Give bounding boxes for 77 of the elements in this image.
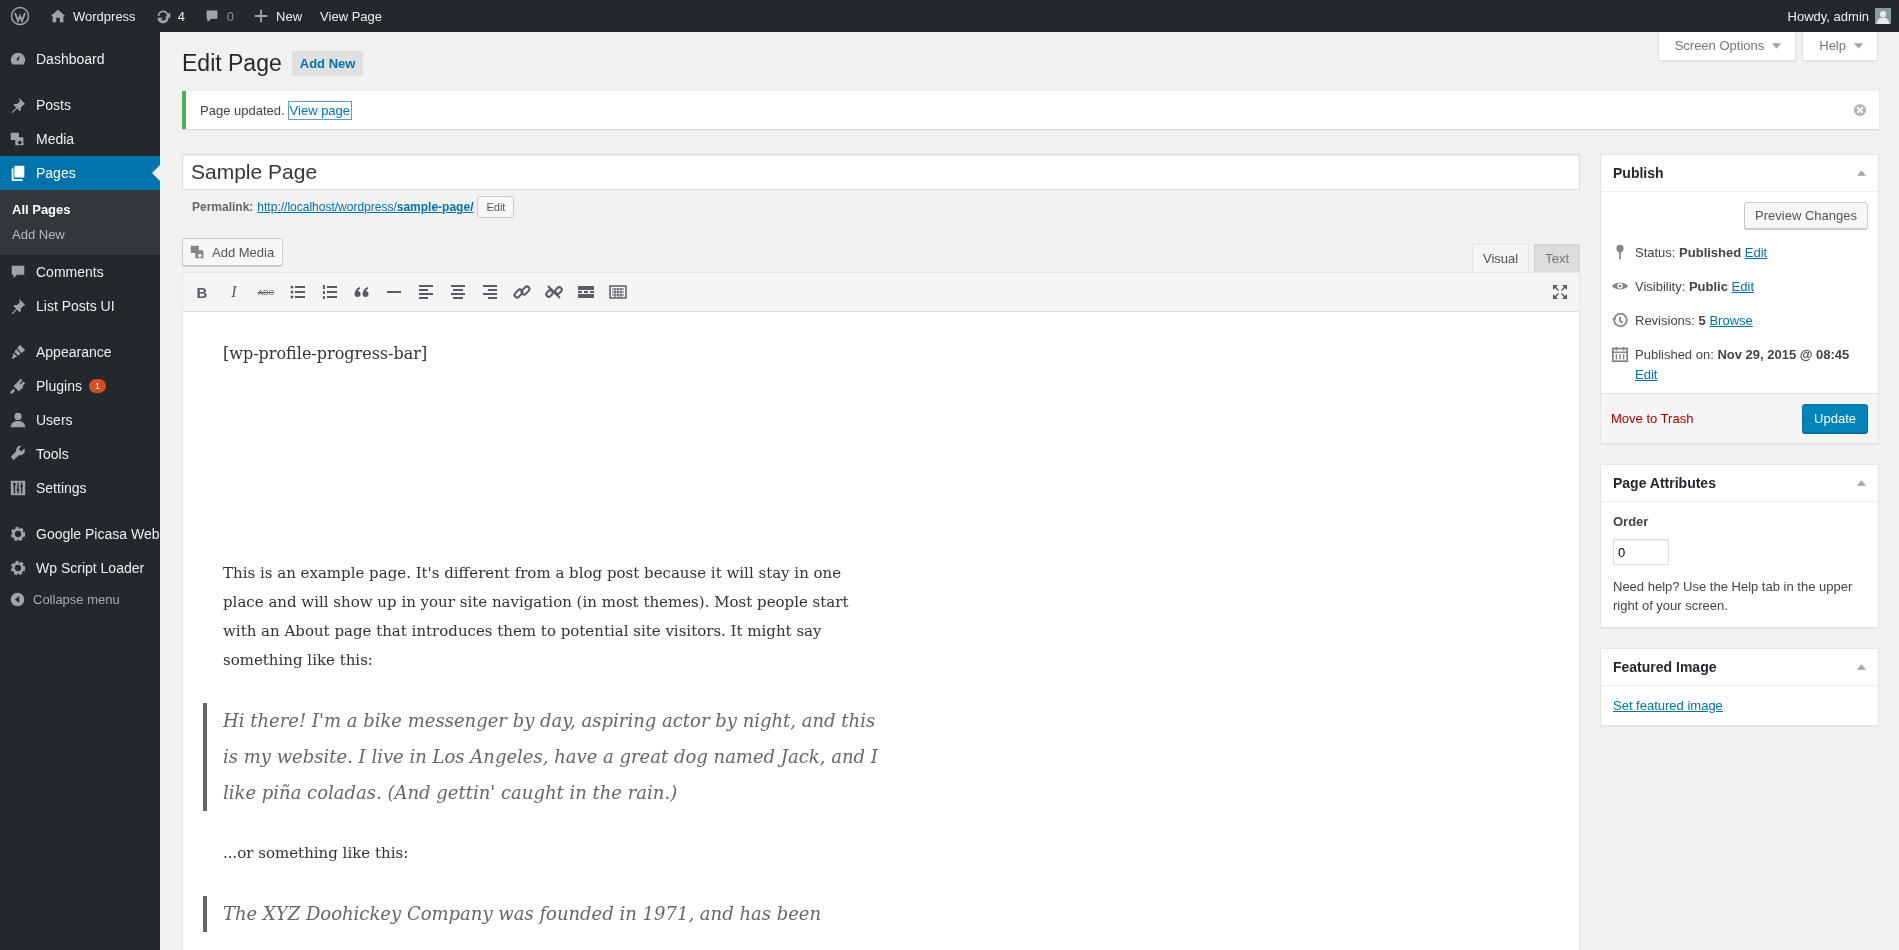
edit-link[interactable]: Edit — [1731, 279, 1754, 294]
update-count-badge: 1 — [88, 379, 106, 393]
wrench-icon — [9, 445, 27, 463]
gear-icon — [9, 559, 27, 577]
menu-item[interactable]: Appearance — [0, 335, 160, 369]
edit-permalink-button[interactable]: Edit — [477, 196, 515, 218]
collapse-menu-button[interactable]: Collapse menu — [0, 591, 160, 608]
notice-text: Page updated. — [200, 102, 285, 118]
box-title: Publish — [1613, 165, 1664, 181]
caret-icon — [1854, 42, 1863, 49]
edit-link[interactable]: Browse — [1709, 313, 1753, 328]
view-page-link[interactable]: View Page — [311, 0, 392, 32]
block-quote: The XYZ Doohickey Company was founded in 1971, and has been — [203, 896, 883, 932]
gear-icon — [9, 525, 27, 543]
help-text: Need help? Use the Help tab in the upper right of your screen. — [1613, 578, 1854, 615]
revisions-text: Revisions: 5 Browse — [1635, 312, 1753, 330]
body-paragraph: ...or something like this: — [223, 843, 410, 864]
status-text: Status: Published Edit — [1635, 244, 1768, 262]
menu-item[interactable]: Users — [0, 403, 160, 437]
history-icon — [1611, 311, 1629, 329]
italic-button[interactable]: I — [221, 279, 247, 305]
calendar-icon — [1611, 345, 1629, 363]
block-quote: Hi there! I'm a bike messenger by day, aspiring actor by night, and this is my website. I live in Los Angeles, have a great dog named Jack, and I like piña coladas. (And gettin' caught in the rain.) — [203, 703, 883, 811]
new-content-link[interactable]: New — [243, 0, 312, 32]
home-icon — [49, 7, 67, 25]
edit-link[interactable]: Edit — [1635, 367, 1658, 382]
visibility-text: Visibility: Public Edit — [1635, 278, 1754, 296]
editor-tab[interactable]: Visual — [1471, 244, 1530, 272]
menu-item[interactable]: List Posts UI — [0, 289, 160, 323]
menu-item[interactable]: Tools — [0, 437, 160, 471]
updates-link[interactable]: 4 — [144, 0, 194, 32]
menu-item[interactable]: Plugins 1 — [0, 369, 160, 403]
update-button[interactable]: Update — [1802, 404, 1868, 433]
move-to-trash-link[interactable]: Move to Trash — [1611, 411, 1694, 426]
submenu-item[interactable]: All Pages — [0, 197, 160, 222]
plug-icon — [9, 377, 27, 395]
user-icon — [9, 411, 27, 429]
shortcode-text: [wp-profile-progress-bar] — [223, 344, 429, 363]
permalink-link[interactable]: http://localhost/wordpress/sample-page/ — [257, 200, 474, 214]
permalink-label: Permalink: — [192, 200, 254, 214]
page-heading: Edit Page — [182, 50, 282, 77]
preview-changes-button[interactable]: Preview Changes — [1744, 202, 1868, 229]
menu-item[interactable]: Google Picasa Web — [0, 517, 160, 551]
submenu-item[interactable]: Add New — [0, 222, 160, 247]
screen-options-button[interactable]: Screen Options — [1657, 32, 1797, 61]
title-field[interactable]: Sample Page — [182, 154, 1580, 190]
menu-item[interactable]: Wp Script Loader — [0, 551, 160, 585]
sliders-icon — [9, 479, 27, 497]
account-greeting[interactable]: Howdy, admin — [1787, 8, 1869, 24]
order-label: Order — [1613, 514, 1650, 529]
menu-item[interactable]: Media — [0, 122, 160, 156]
add-new-button[interactable]: Add New — [291, 51, 364, 76]
menu-item[interactable]: Posts — [0, 88, 160, 122]
menu-item[interactable]: Pages — [0, 156, 160, 190]
published-date-text: Published on: Nov 29, 2015 @ 08:45 Edit — [1635, 346, 1851, 384]
add-media-button[interactable]: Add Media — [182, 238, 284, 266]
site-name-link[interactable]: Wordpress — [40, 0, 145, 32]
caret-icon — [1772, 42, 1782, 49]
pushpin-icon — [9, 96, 27, 114]
bold-button[interactable]: B — [189, 279, 215, 305]
box-title: Page Attributes — [1613, 475, 1716, 491]
view-page-link[interactable]: View page — [288, 101, 352, 119]
help-button[interactable]: Help — [1802, 32, 1878, 61]
pages-icon — [9, 164, 27, 182]
wordpress-logo-icon[interactable] — [10, 6, 30, 26]
set-featured-image-link[interactable]: Set featured image — [1613, 698, 1723, 713]
box-title: Featured Image — [1613, 659, 1717, 675]
menu-item[interactable]: Dashboard — [0, 42, 160, 76]
pushpin-icon — [9, 297, 27, 315]
menu-item[interactable]: Settings — [0, 471, 160, 505]
order-field[interactable]: 0 — [1613, 539, 1669, 565]
comments-link[interactable]: 0 — [193, 0, 244, 32]
menu-item[interactable]: Comments — [0, 255, 160, 289]
edit-link[interactable]: Edit — [1744, 245, 1768, 260]
body-paragraph: This is an example page. It's different from a blog post because it will stay in one place and will show up in your site navigation (in most themes). Most people start with an About page that introduces them to potential site visitors. It might say something like this: — [223, 563, 850, 671]
strikethrough-button[interactable]: ABC — [253, 279, 279, 305]
brush-icon — [9, 343, 27, 361]
